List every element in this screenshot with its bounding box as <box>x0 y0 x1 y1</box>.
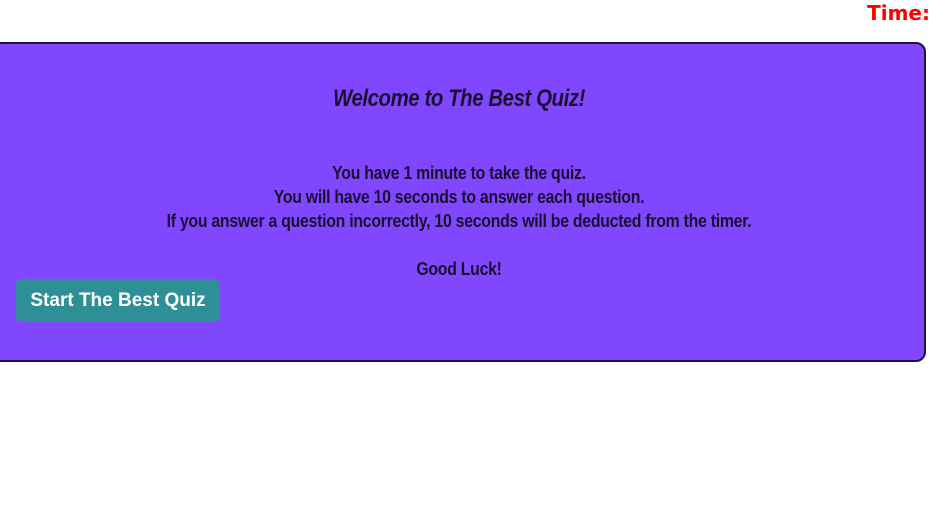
start-quiz-button[interactable]: Start The Best Quiz <box>16 279 220 322</box>
quiz-instructions: You have 1 minute to take the quiz. You … <box>50 161 868 281</box>
instruction-line-question-time: You will have 10 seconds to answer each … <box>273 187 645 207</box>
good-luck-text: Good Luck! <box>416 259 502 279</box>
instruction-line-time-limit: You have 1 minute to take the quiz. <box>332 163 586 183</box>
quiz-title: Welcome to The Best Quiz! <box>333 85 585 112</box>
instruction-line-penalty: If you answer a question incorrectly, 10… <box>166 211 752 231</box>
instruction-spacer <box>50 233 868 257</box>
timer-label: Time: <box>867 1 930 25</box>
quiz-welcome-card: Welcome to The Best Quiz! You have 1 min… <box>0 42 926 362</box>
